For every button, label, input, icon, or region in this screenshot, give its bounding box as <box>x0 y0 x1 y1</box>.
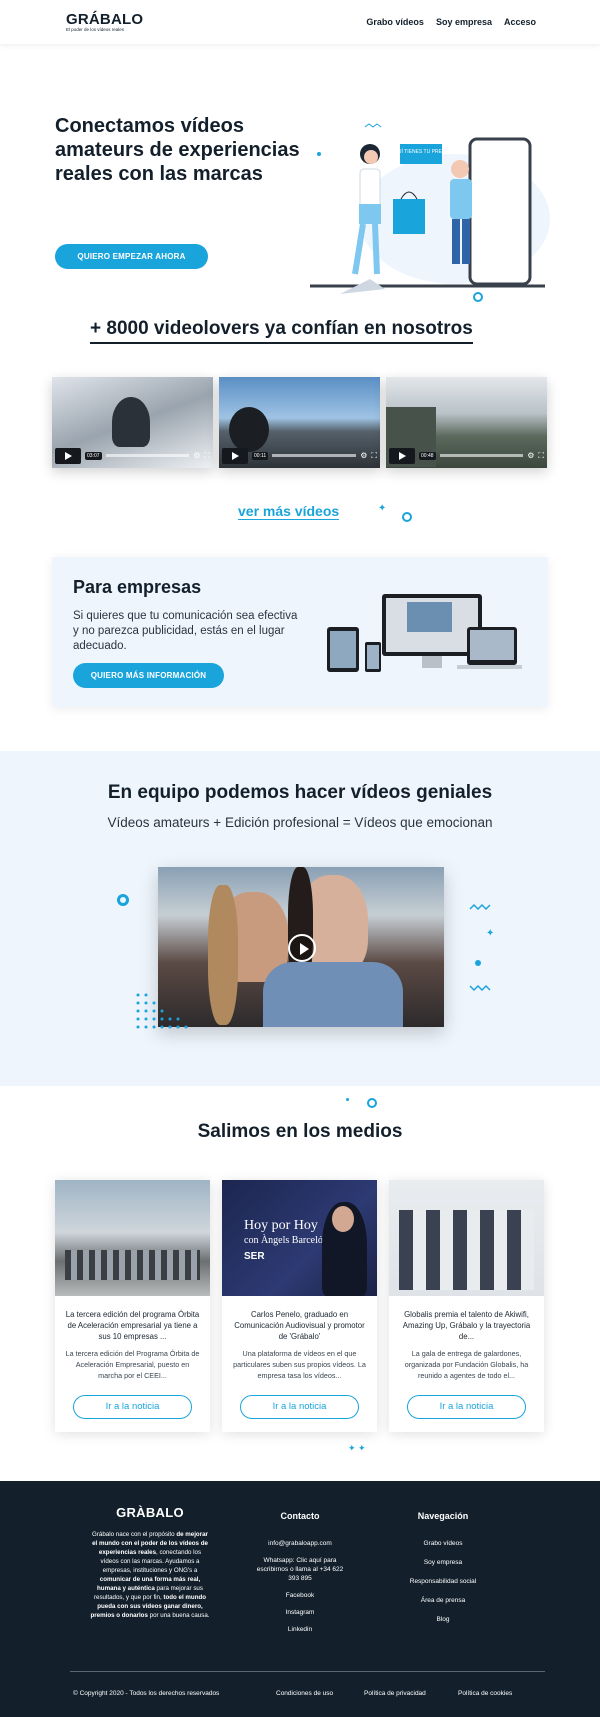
read-news-button[interactable]: Ir a la noticia <box>240 1395 359 1419</box>
news-excerpt: Una plataforma de vídeos en el que parti… <box>233 1349 366 1380</box>
hero-title: Conectamos vídeos amateurs de experienci… <box>55 115 300 185</box>
cookies-link[interactable]: Política de cookies <box>458 1690 512 1697</box>
team-section: En equipo podemos hacer vídeos geniales … <box>0 751 600 1086</box>
image-title: Hoy por Hoy <box>244 1218 318 1233</box>
dots-decoration-icon <box>136 993 188 1029</box>
more-info-button[interactable]: QUIERO MÁS INFORMACIÓN <box>73 663 224 688</box>
logo[interactable]: GRÁBALO El poder de los vídeos reales <box>66 12 143 33</box>
svg-text:✦: ✦ <box>486 928 494 939</box>
play-icon[interactable] <box>288 934 316 962</box>
fullscreen-icon[interactable]: ⛶ <box>204 451 210 461</box>
nav-acceso[interactable]: Acceso <box>504 17 536 27</box>
fullscreen-icon[interactable]: ⛶ <box>538 451 544 461</box>
news-image <box>55 1180 210 1296</box>
team-subtitle: Vídeos amateurs + Edición profesional = … <box>107 815 493 830</box>
settings-icon[interactable]: ⚙ <box>360 451 367 460</box>
start-now-button[interactable]: QUIERO EMPEZAR AHORA <box>55 244 208 269</box>
logo-text: GRÁBALO <box>66 10 144 28</box>
video-time: 00:11 <box>252 451 269 460</box>
footer-nav-soy-empresa[interactable]: Soy empresa <box>393 1558 493 1567</box>
wave-decoration-icon: ✦ <box>469 903 494 992</box>
site-footer: GRÀBALO Grábalo nace con el propósito de… <box>0 1481 600 1717</box>
circle-decoration-icon <box>117 894 129 906</box>
team-video[interactable] <box>158 867 444 1027</box>
footer-nav-blog[interactable]: Blog <box>393 1615 493 1624</box>
nav-title: Navegación <box>417 1511 469 1521</box>
video-controls: 00:11 ⚙ ⛶ <box>222 447 377 464</box>
empresas-card: Para empresas Si quieres que tu comunica… <box>52 557 548 707</box>
ser-logo-text: SER <box>244 1251 265 1262</box>
whatsapp-link[interactable]: Whatsapp: Clic aquí para escribirnos o l… <box>255 1556 345 1583</box>
linkedin-link[interactable]: Linkedin <box>255 1625 345 1634</box>
empresas-title: Para empresas <box>73 577 202 597</box>
video-thumb-3[interactable]: 00:48 ⚙ ⛶ <box>386 377 547 468</box>
image-subtitle: con Àngels Barceló <box>244 1235 323 1246</box>
video-gallery: 03:07 ⚙ ⛶ 00:11 ⚙ ⛶ 00:48 ⚙ ⛶ <box>52 377 547 468</box>
footer-about-text: Grábalo nace con el propósito de mejorar… <box>90 1531 210 1619</box>
see-more-videos-link[interactable]: ver más vídeos <box>238 503 340 520</box>
stats-title: + 8000 videolovers ya confían en nosotro… <box>90 318 473 344</box>
settings-icon[interactable]: ⚙ <box>527 451 534 460</box>
sparkle-icon: ✦ ✦ <box>348 1443 366 1453</box>
news-card: Hoy por Hoy con Àngels Barceló SER Carlo… <box>222 1180 377 1432</box>
contact-title: Contacto <box>280 1511 320 1521</box>
circle-decoration-icon <box>367 1098 377 1108</box>
footer-logo[interactable]: GRÀBALO <box>90 1505 210 1520</box>
instagram-link[interactable]: Instagram <box>255 1608 345 1617</box>
news-title: Globalis premia el talento de Akiwifi, A… <box>402 1310 531 1341</box>
settings-icon[interactable]: ⚙ <box>193 451 200 460</box>
fullscreen-icon[interactable]: ⛶ <box>371 451 377 461</box>
empresas-text: Si quieres que tu comunicación sea efect… <box>73 610 298 652</box>
news-title: Carlos Penelo, graduado en Comunicación … <box>234 1310 365 1341</box>
site-header: GRÁBALO El poder de los vídeos reales Gr… <box>0 0 600 44</box>
video-thumb-1[interactable]: 03:07 ⚙ ⛶ <box>52 377 213 468</box>
video-time: 03:07 <box>85 451 102 460</box>
devices-illustration <box>327 594 522 672</box>
footer-divider <box>70 1671 545 1672</box>
footer-about: GRÀBALO Grábalo nace con el propósito de… <box>90 1505 210 1620</box>
play-icon[interactable] <box>222 447 248 464</box>
email-link[interactable]: info@grabaloapp.com <box>255 1539 345 1548</box>
team-title: En equipo podemos hacer vídeos geniales <box>107 782 493 803</box>
footer-contact: Contacto info@grabaloapp.com Whatsapp: C… <box>255 1511 345 1634</box>
prize-banner-text: AQUÍ TIENES TU PREMIO <box>391 148 452 155</box>
play-icon[interactable] <box>389 447 415 464</box>
footer-nav-grabo-videos[interactable]: Grabo vídeos <box>393 1539 493 1548</box>
read-news-button[interactable]: Ir a la noticia <box>73 1395 192 1419</box>
play-icon[interactable] <box>55 447 81 464</box>
facebook-link[interactable]: Facebook <box>255 1591 345 1600</box>
sparkle-icon: ✦ <box>378 503 387 514</box>
video-time: 00:48 <box>419 451 436 460</box>
hero-illustration: AQUÍ TIENES TU PREMIO <box>310 123 550 302</box>
footer-nav: Navegación Grabo vídeos Soy empresa Resp… <box>393 1511 493 1624</box>
video-progress[interactable] <box>272 454 357 457</box>
news-excerpt: La tercera edición del Programa Órbita d… <box>65 1349 200 1380</box>
news-title: La tercera edición del programa Órbita d… <box>65 1310 200 1341</box>
read-news-button[interactable]: Ir a la noticia <box>407 1395 526 1419</box>
main-nav: Grabo vídeos Soy empresa Acceso <box>366 17 536 27</box>
video-controls: 00:48 ⚙ ⛶ <box>389 447 544 464</box>
terms-link[interactable]: Condiciones de uso <box>276 1690 333 1697</box>
video-controls: 03:07 ⚙ ⛶ <box>55 447 210 464</box>
footer-nav-responsabilidad[interactable]: Responsabilidad social <box>393 1577 493 1586</box>
copyright: © Copyright 2020 - Todos los derechos re… <box>73 1690 220 1697</box>
video-progress[interactable] <box>439 454 524 457</box>
news-card: La tercera edición del programa Órbita d… <box>55 1180 210 1432</box>
news-image: Hoy por Hoy con Àngels Barceló SER <box>222 1180 377 1296</box>
nav-grabo-videos[interactable]: Grabo vídeos <box>366 17 424 27</box>
nav-soy-empresa[interactable]: Soy empresa <box>436 17 492 27</box>
circle-decoration-icon <box>402 512 412 522</box>
video-progress[interactable] <box>105 454 190 457</box>
footer-nav-prensa[interactable]: Área de prensa <box>393 1596 493 1605</box>
media-title: Salimos en los medios <box>197 1121 403 1142</box>
dot-decoration-icon <box>346 1098 349 1101</box>
hero-section: Conectamos vídeos amateurs de experienci… <box>0 44 600 302</box>
privacy-link[interactable]: Política de privacidad <box>364 1690 426 1697</box>
video-thumb-2[interactable]: 00:11 ⚙ ⛶ <box>219 377 380 468</box>
news-excerpt: La gala de entrega de galardones, organi… <box>404 1349 529 1380</box>
news-card: Globalis premia el talento de Akiwifi, A… <box>389 1180 544 1432</box>
media-cards: La tercera edición del programa Órbita d… <box>55 1180 544 1432</box>
news-image <box>389 1180 544 1296</box>
logo-tagline: El poder de los vídeos reales <box>66 26 125 32</box>
